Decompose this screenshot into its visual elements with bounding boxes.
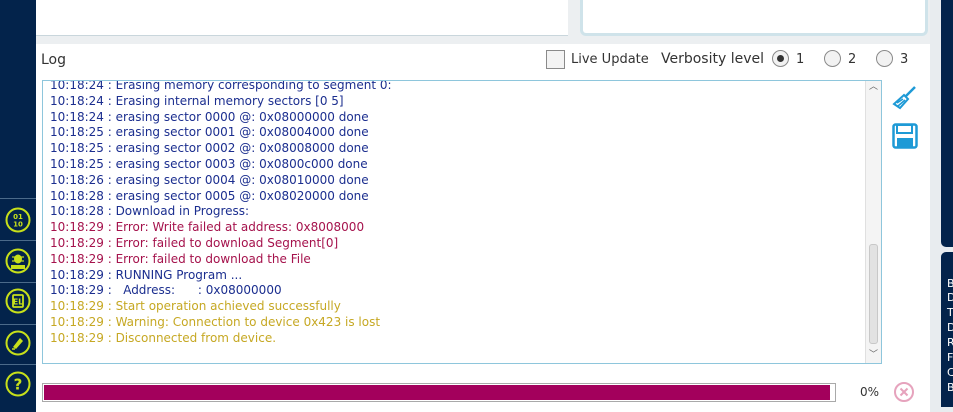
svg-text:?: ? xyxy=(14,376,23,394)
log-line: 10:18:29 : Start operation achieved succ… xyxy=(50,299,341,314)
verbosity-radio-2[interactable] xyxy=(824,50,841,67)
log-line: 10:18:28 : Download in Progress: xyxy=(50,204,250,219)
top-left-pane xyxy=(36,0,568,36)
svg-text:EL: EL xyxy=(13,298,24,307)
help-icon[interactable]: ? xyxy=(5,371,31,397)
side-letter: C xyxy=(947,366,953,379)
progress-percent: 0% xyxy=(860,385,880,399)
progress-bar xyxy=(42,383,836,402)
log-scrollbar[interactable]: ︿ ﹀ xyxy=(865,81,881,363)
verbosity-option-2-label[interactable]: 2 xyxy=(848,52,856,67)
right-info-panel: B D T D R F C B xyxy=(941,252,953,407)
live-update-label[interactable]: Live Update xyxy=(571,52,649,67)
log-line: 10:18:29 : Error: failed to download Seg… xyxy=(50,235,339,250)
right-side-panel xyxy=(941,0,953,247)
log-line: 10:18:29 : Error: failed to download the… xyxy=(50,251,311,266)
log-line: 10:18:28 : erasing sector 0005 @: 0x0802… xyxy=(50,188,369,203)
left-sidebar: 01 10 EL ? xyxy=(0,0,36,412)
log-line: 10:18:25 : erasing sector 0002 @: 0x0800… xyxy=(50,141,369,156)
verbosity-option-3-label[interactable]: 3 xyxy=(900,52,908,67)
chip-icon[interactable]: EL xyxy=(5,288,31,314)
beta-bug-icon[interactable] xyxy=(5,248,31,274)
log-lines: 10:18:24 : Erasing memory corresponding … xyxy=(50,80,392,347)
verbosity-label: Verbosity level xyxy=(661,51,765,67)
log-title: Log xyxy=(41,52,67,68)
broom-clear-icon[interactable] xyxy=(891,84,919,112)
verbosity-radio-1[interactable] xyxy=(772,50,789,67)
pen-icon[interactable] xyxy=(5,330,31,356)
log-line: 10:18:26 : erasing sector 0004 @: 0x0801… xyxy=(50,172,369,187)
verbosity-radio-3[interactable] xyxy=(876,50,893,67)
log-line: 10:18:29 : Error: Write failed at addres… xyxy=(50,220,365,235)
binary-icon[interactable]: 01 10 xyxy=(5,207,31,233)
cancel-circle-icon[interactable] xyxy=(893,381,915,403)
log-line: 10:18:24 : Erasing memory corresponding … xyxy=(50,80,392,92)
top-panel xyxy=(36,0,930,44)
log-line: 10:18:24 : erasing sector 0000 @: 0x0800… xyxy=(50,109,369,124)
sidebar-divider xyxy=(0,198,36,199)
log-line: 10:18:25 : erasing sector 0003 @: 0x0800… xyxy=(50,156,368,171)
scroll-thumb[interactable] xyxy=(869,244,878,344)
side-letter: B xyxy=(947,381,953,394)
top-right-pane xyxy=(580,0,928,36)
sidebar-divider xyxy=(0,282,36,283)
scroll-down-icon[interactable]: ﹀ xyxy=(869,350,878,360)
sidebar-divider xyxy=(0,240,36,241)
log-line: 10:18:24 : Erasing internal memory secto… xyxy=(50,93,344,108)
log-output[interactable]: 10:18:24 : Erasing memory corresponding … xyxy=(42,80,882,364)
verbosity-option-1-label[interactable]: 1 xyxy=(796,52,804,67)
side-letter: R xyxy=(947,336,953,349)
side-letter: T xyxy=(947,306,953,319)
log-line: 10:18:29 : Address: : 0x08000000 xyxy=(50,283,282,298)
side-letter: D xyxy=(947,291,953,304)
log-line: 10:18:29 : Disconnected from device. xyxy=(50,330,277,345)
sidebar-divider xyxy=(0,324,36,325)
scroll-up-icon[interactable]: ︿ xyxy=(869,82,878,92)
progress-fill xyxy=(44,385,831,400)
log-line: 10:18:29 : RUNNING Program ... xyxy=(50,267,243,282)
sidebar-divider xyxy=(0,364,36,365)
side-letter: F xyxy=(947,351,953,364)
log-line: 10:18:29 : Warning: Connection to device… xyxy=(50,314,381,329)
svg-text:10: 10 xyxy=(13,221,23,229)
floppy-save-icon[interactable] xyxy=(891,122,919,150)
side-letter: D xyxy=(947,321,953,334)
side-letter: B xyxy=(947,277,953,290)
log-line: 10:18:25 : erasing sector 0001 @: 0x0800… xyxy=(50,125,369,140)
live-update-checkbox[interactable] xyxy=(546,50,565,69)
